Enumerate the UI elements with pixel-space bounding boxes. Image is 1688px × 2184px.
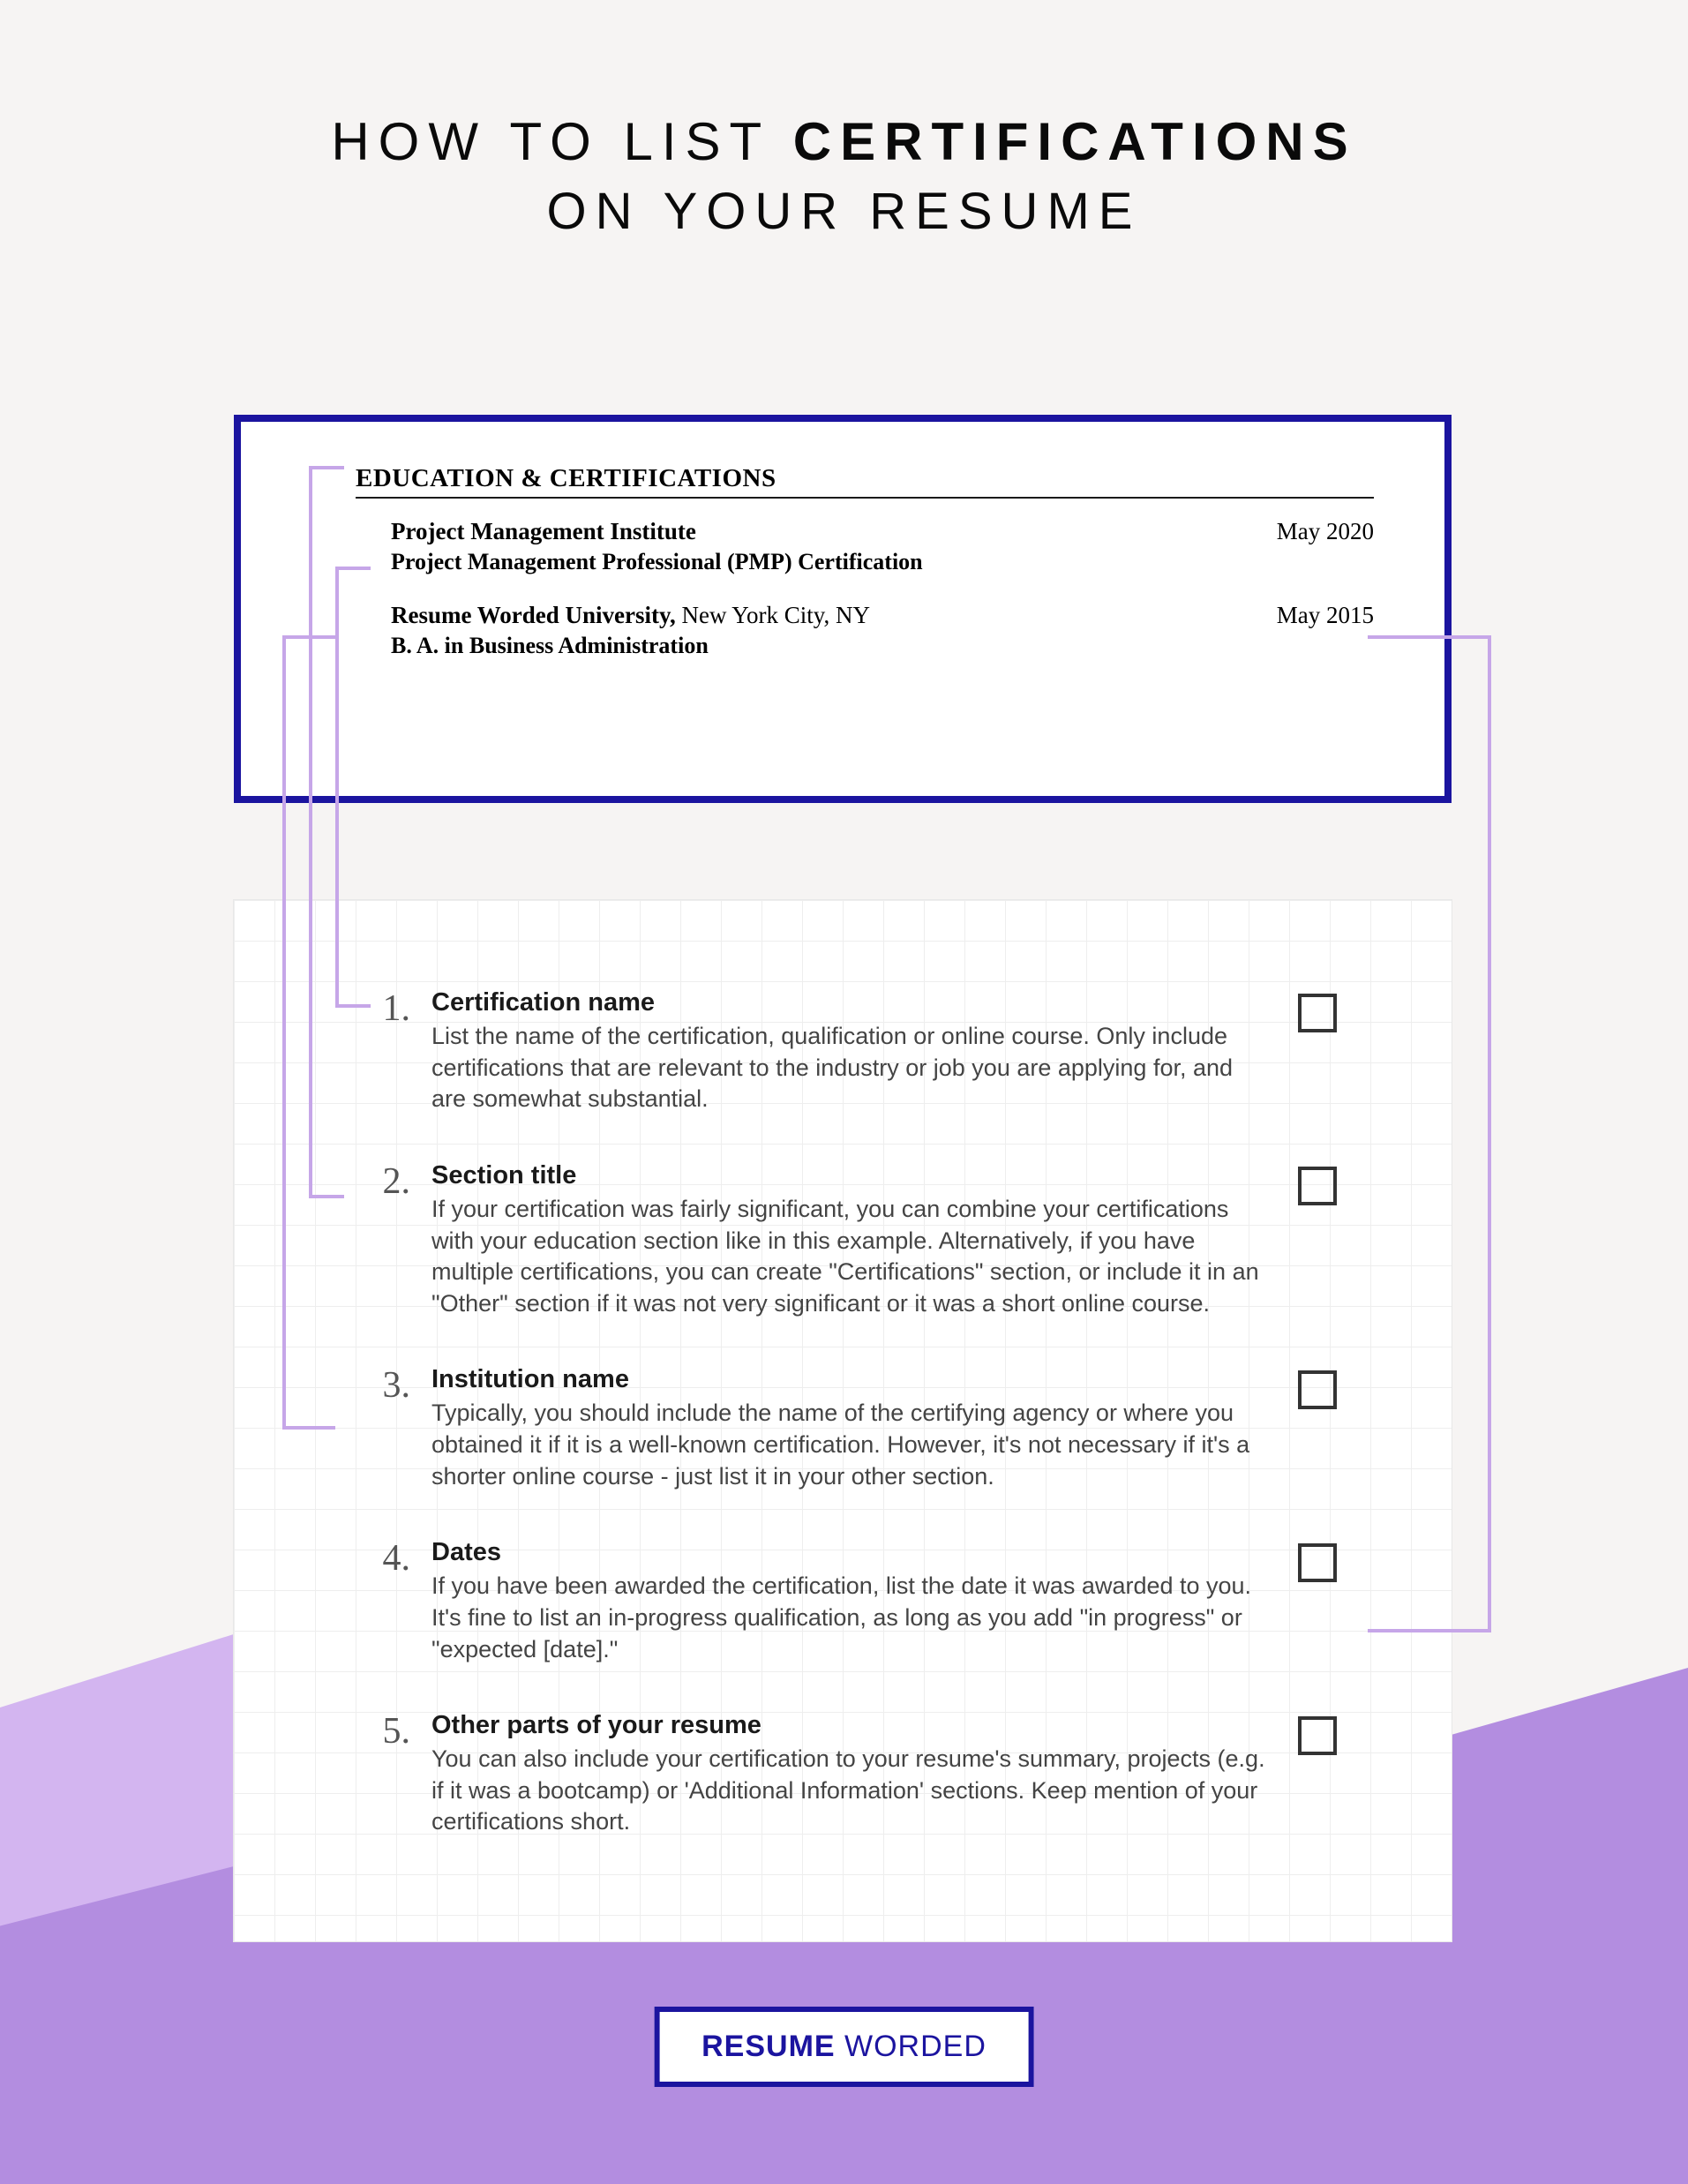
checklist-desc-1: List the name of the certification, qual… [431, 1021, 1272, 1115]
checklist-num-2: 2. [349, 1161, 410, 1200]
page-title: HOW TO LIST CERTIFICATIONS ON YOUR RESUM… [0, 0, 1688, 246]
resume-entry1-title: Project Management Institute [391, 518, 696, 545]
title-line1-strong: CERTIFICATIONS [793, 112, 1357, 171]
title-line2: ON YOUR RESUME [0, 177, 1688, 246]
connector-dates [1368, 635, 1491, 1632]
checklist-title-3: Institution name [431, 1365, 1272, 1394]
connector-cert-name [335, 567, 371, 1008]
resume-entry2-subtitle: B. A. in Business Administration [356, 633, 1374, 659]
checklist-desc-5: You can also include your certification … [431, 1744, 1272, 1838]
resume-entry-1: Project Management Institute May 2020 [356, 518, 1374, 545]
resume-entry2-title: Resume Worded University, [391, 602, 676, 628]
resume-entry2-date: May 2015 [1277, 602, 1374, 629]
checklist-title-2: Section title [431, 1161, 1272, 1190]
checklist-item-4: 4. Dates If you have been awarded the ce… [349, 1538, 1337, 1665]
checkbox-1[interactable] [1298, 994, 1337, 1032]
resume-entry-2: Resume Worded University, New York City,… [356, 602, 1374, 629]
checkbox-3[interactable] [1298, 1370, 1337, 1409]
resume-example-box: EDUCATION & CERTIFICATIONS Project Manag… [234, 415, 1452, 803]
connector-institution [282, 635, 335, 1430]
checklist-item-1: 1. Certification name List the name of t… [349, 988, 1337, 1115]
checklist-desc-2: If your certification was fairly signifi… [431, 1194, 1272, 1320]
checklist-num-4: 4. [349, 1538, 410, 1577]
checklist-desc-3: Typically, you should include the name o… [431, 1398, 1272, 1492]
checklist-num-5: 5. [349, 1711, 410, 1750]
resume-entry1-subtitle: Project Management Professional (PMP) Ce… [356, 549, 1374, 575]
checklist-num-3: 3. [349, 1365, 410, 1404]
brand-badge: RESUME WORDED [654, 2007, 1034, 2087]
checklist-card: 1. Certification name List the name of t… [234, 900, 1452, 1941]
resume-entry1-date: May 2020 [1277, 518, 1374, 545]
title-line1-pre: HOW TO LIST [331, 112, 792, 171]
resume-section-heading: EDUCATION & CERTIFICATIONS [356, 464, 1374, 499]
checkbox-2[interactable] [1298, 1167, 1337, 1205]
checklist-item-3: 3. Institution name Typically, you shoul… [349, 1365, 1337, 1492]
checkbox-4[interactable] [1298, 1543, 1337, 1582]
checklist-desc-4: If you have been awarded the certificati… [431, 1571, 1272, 1665]
checklist-title-4: Dates [431, 1538, 1272, 1567]
resume-entry2-location: New York City, NY [676, 602, 870, 628]
brand-strong: RESUME [701, 2030, 835, 2063]
checklist-title-1: Certification name [431, 988, 1272, 1017]
checklist-title-5: Other parts of your resume [431, 1711, 1272, 1740]
checklist-item-5: 5. Other parts of your resume You can al… [349, 1711, 1337, 1838]
checkbox-5[interactable] [1298, 1716, 1337, 1755]
checklist-item-2: 2. Section title If your certification w… [349, 1161, 1337, 1320]
brand-light: WORDED [836, 2030, 987, 2063]
